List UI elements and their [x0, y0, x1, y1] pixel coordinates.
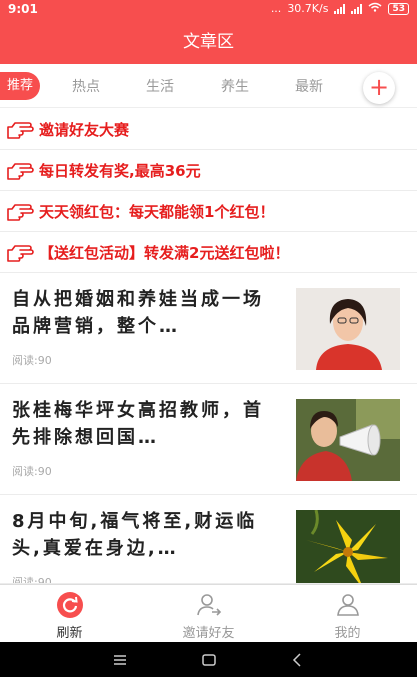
- nav-label: 刷新: [56, 626, 83, 641]
- pointing-hand-icon: [6, 161, 36, 181]
- system-nav-bar: [0, 642, 417, 677]
- article-item[interactable]: 8月中旬,福气将至,财运临头,真爱在身边,… 阅读:90: [0, 496, 417, 584]
- pointing-hand-icon: [6, 120, 36, 140]
- article-item[interactable]: 张桂梅华坪女高招教师，首先排除想回国… 阅读:90: [0, 385, 417, 495]
- wifi-icon: [368, 2, 382, 15]
- nav-refresh[interactable]: 刷新: [0, 585, 139, 643]
- profile-icon: [335, 592, 361, 618]
- tab-latest[interactable]: 最新: [295, 76, 323, 96]
- nav-invite-friends[interactable]: 邀请好友: [139, 585, 278, 643]
- add-category-button[interactable]: +: [363, 72, 395, 104]
- network-speed: 30.7K/s: [287, 2, 329, 15]
- promo-item-redpacket-activity[interactable]: 【送红包活动】转发满2元送红包啦！: [0, 233, 417, 273]
- nav-label: 邀请好友: [182, 626, 235, 641]
- article-thumbnail: [296, 288, 400, 370]
- pointing-hand-icon: [6, 202, 36, 222]
- status-dots: ...: [270, 2, 282, 15]
- promo-text: 每日转发有奖,最高36元: [39, 162, 201, 180]
- tab-recommend[interactable]: 推荐: [0, 72, 40, 100]
- menu-icon[interactable]: [111, 651, 129, 669]
- signal-icon-2: [351, 3, 363, 14]
- article-thumbnail: [296, 399, 400, 481]
- article-read-count: 阅读:90: [12, 354, 52, 367]
- nav-label: 我的: [334, 626, 361, 641]
- status-time: 9:01: [8, 2, 38, 16]
- status-indicators: ... 30.7K/s 53: [271, 2, 409, 15]
- nav-profile[interactable]: 我的: [278, 585, 417, 643]
- article-title: 自从把婚姻和养娃当成一场品牌营销，整个…: [12, 289, 264, 337]
- invite-user-icon: [196, 592, 222, 618]
- article-read-count: 阅读:90: [12, 465, 52, 478]
- page-title: 文章区: [0, 20, 417, 64]
- status-bar: 9:01 ... 30.7K/s 53: [0, 0, 417, 20]
- article-title: 张桂梅华坪女高招教师，首先排除想回国…: [12, 400, 264, 448]
- tab-health[interactable]: 养生: [221, 76, 249, 96]
- signal-icon: [334, 3, 346, 14]
- promo-item-daily-redpacket[interactable]: 天天领红包：每天都能领1个红包！: [0, 192, 417, 232]
- article-read-count: 阅读:90: [12, 576, 52, 584]
- promo-text: 【送红包活动】转发满2元送红包啦！: [39, 244, 290, 262]
- pointing-hand-icon: [6, 243, 36, 263]
- article-title: 8月中旬,福气将至,财运临头,真爱在身边,…: [12, 511, 258, 559]
- tab-hot[interactable]: 热点: [72, 76, 100, 96]
- home-icon[interactable]: [200, 651, 218, 669]
- refresh-icon: [57, 592, 83, 618]
- article-thumbnail: [296, 510, 400, 583]
- battery-icon: 53: [388, 2, 409, 15]
- bottom-nav: 刷新 邀请好友 我的: [0, 584, 417, 642]
- tab-life[interactable]: 生活: [146, 76, 174, 96]
- article-item[interactable]: 自从把婚姻和养娃当成一场品牌营销，整个… 阅读:90: [0, 274, 417, 384]
- promo-item-daily-share[interactable]: 每日转发有奖,最高36元: [0, 151, 417, 191]
- promo-text: 天天领红包：每天都能领1个红包！: [39, 203, 275, 221]
- promo-text: 邀请好友大赛: [39, 121, 130, 139]
- category-tabs: 推荐 热点 生活 养生 最新 +: [0, 64, 417, 108]
- promo-item-invite-contest[interactable]: 邀请好友大赛: [0, 110, 417, 150]
- back-icon[interactable]: [289, 651, 307, 669]
